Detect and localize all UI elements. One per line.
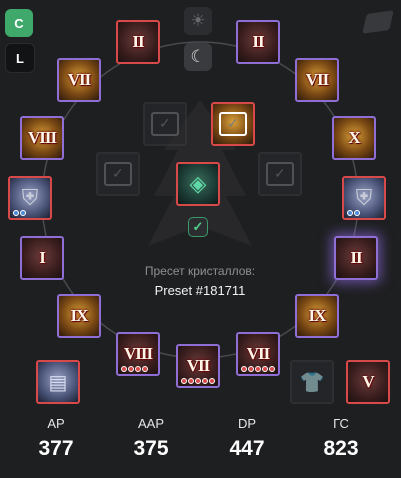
empty-box-slot[interactable] [143,102,187,146]
box-icon [151,112,179,136]
empty-box-slot-left[interactable] [96,152,140,196]
shield-icon: ⛨ [355,185,373,210]
empty-box-slot-right[interactable] [258,152,302,196]
enchant-level: VIII [27,128,57,147]
glove-slot-right[interactable]: II [334,236,378,280]
enchant-level: II [252,32,264,51]
shield-slot-right[interactable]: ⛨ [342,176,386,220]
box-icon [266,162,294,186]
enchant-level: VII [305,70,329,89]
shield-icon: ⛨ [21,185,39,210]
crystal-sockets [347,210,360,216]
earring-slot[interactable]: X [332,116,376,160]
box-icon [219,112,247,136]
stat-label: ГС [333,416,349,431]
stat-label: DP [237,416,257,431]
enchant-level: VII [246,344,270,363]
stat-value: 377 [38,437,74,460]
stat-gs: ГС 823 [301,416,381,461]
crystal-icon: ◈ [189,171,207,196]
ring-slot-right-low[interactable]: IX [295,294,339,338]
enchant-level: VII [67,70,91,89]
crystal-sockets [181,378,215,384]
artifact-box-slot[interactable] [211,102,255,146]
preset-caption: Пресет кристаллов: [144,264,256,278]
crystal-sockets [121,366,148,372]
costume-slot[interactable]: 👕 [290,360,334,404]
sun-icon[interactable]: ☀ [184,7,212,35]
book-icon: ▤ [48,371,68,394]
belt-slot[interactable]: VIII [20,116,64,160]
boots-slot-left[interactable]: VIII [116,332,160,376]
necklace-slot[interactable]: VII [57,58,101,102]
gear-layout: C L ☀ ☾ II II VII VII VIII X ⛨ ⛨ [0,0,401,478]
enchant-level: VII [186,356,210,375]
stat-ap: AP 377 [16,416,96,461]
preset-name[interactable]: Preset #181711 [100,283,300,298]
box-icon [104,162,132,186]
enchant-level: VIII [123,344,153,363]
enchant-level: IX [308,306,327,325]
enchant-level: II [132,32,144,51]
crystal-slot[interactable]: ◈ [176,162,220,206]
stat-label: AP [47,416,65,431]
ring-slot-left-low[interactable]: IX [57,294,101,338]
weapon-slot[interactable]: V [346,360,390,404]
boots-slot-right[interactable]: VII [236,332,280,376]
helmet-slot-left[interactable]: II [116,20,160,64]
class-c-button[interactable]: C [5,9,33,37]
costume-shirt-icon: 👕 [299,371,325,394]
stat-label: AAP [137,416,164,431]
stat-dp: DP 447 [207,416,287,461]
costume-icon[interactable] [362,10,394,34]
glove-slot-left[interactable]: I [20,236,64,280]
enchant-level: V [362,372,374,391]
crystal-sockets [13,210,26,216]
enchant-level: X [348,128,360,147]
stat-aap: AAP 375 [111,416,191,461]
stat-value: 375 [133,437,169,460]
enchant-level: I [39,248,46,267]
enchant-level: II [350,248,362,267]
helmet-slot-right[interactable]: II [236,20,280,64]
stat-value: 823 [323,437,359,460]
book-slot[interactable]: ▤ [36,360,80,404]
ring-slot-top[interactable]: VII [295,58,339,102]
shield-slot-left[interactable]: ⛨ [8,176,52,220]
moon-icon[interactable]: ☾ [184,43,212,71]
class-l-button[interactable]: L [5,43,35,73]
boots-slot-mid[interactable]: VII [176,344,220,388]
enchant-level: IX [70,306,89,325]
check-icon[interactable]: ✓ [188,217,208,237]
crystal-sockets [241,366,275,372]
stat-value: 447 [229,437,265,460]
